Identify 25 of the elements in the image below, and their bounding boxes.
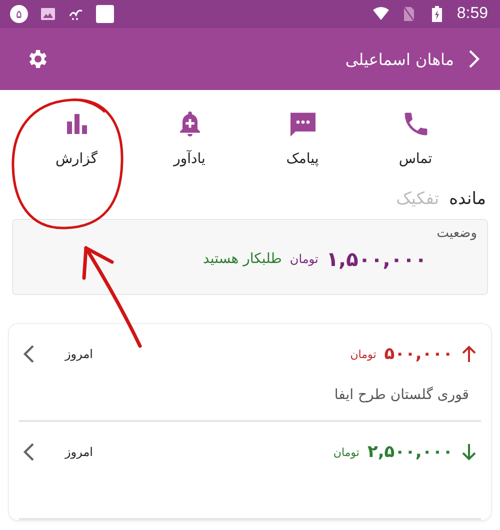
transaction-description: قوری گلستان طرح ایفا <box>334 387 469 403</box>
chevron-left-icon[interactable] <box>23 442 35 462</box>
contact-name-title: ماهان اسماعیلی <box>344 50 454 68</box>
transaction-amount: ۵۰۰,۰۰۰ <box>384 344 453 364</box>
balance-status: طلبکار هستید <box>203 251 282 267</box>
action-button[interactable]: یادآور <box>133 90 246 185</box>
action-button[interactable]: تماس <box>359 90 472 185</box>
currency-label: تومان <box>350 348 376 360</box>
tab[interactable]: مانده <box>449 189 486 209</box>
action-button[interactable]: گزارش <box>20 90 133 185</box>
balance-amount: ۱,۵۰۰,۰۰۰ <box>326 247 427 271</box>
image-icon <box>40 6 56 22</box>
status-label: وضعیت <box>436 226 477 241</box>
wifi-icon <box>372 6 389 22</box>
transaction-date: امروز <box>65 347 93 361</box>
transaction-date: امروز <box>65 445 93 459</box>
notification-badge: ۵ <box>10 5 28 23</box>
clock-time: 8:59 <box>456 5 488 23</box>
app-notification-icon <box>96 5 114 23</box>
chevron-left-icon[interactable] <box>23 344 35 364</box>
currency-label: تومان <box>333 446 360 458</box>
action-button[interactable]: پیامک <box>246 90 359 185</box>
back-chevron-icon[interactable] <box>468 49 480 69</box>
transaction-amount: ۲,۵۰۰,۰۰۰ <box>367 442 453 462</box>
currency-label: تومان <box>290 252 318 266</box>
